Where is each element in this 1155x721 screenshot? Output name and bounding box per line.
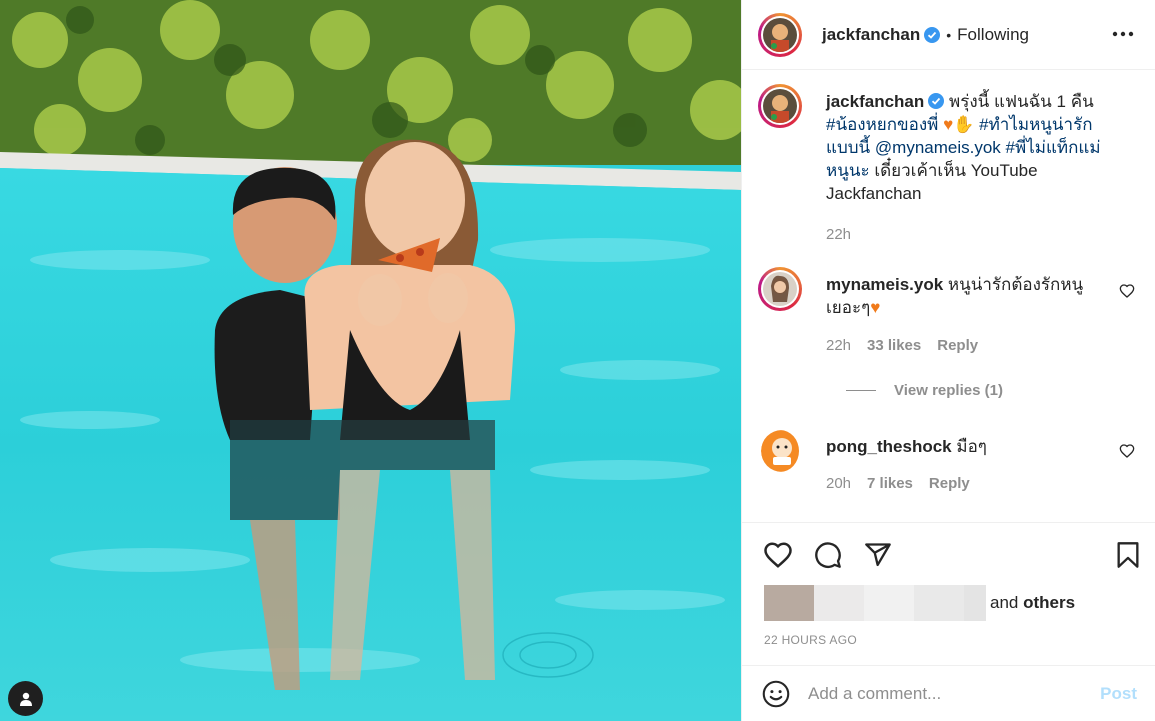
- liked-by-blurred-avatars: [764, 585, 986, 621]
- pool-photo-illustration: [0, 0, 741, 721]
- likes-others-link[interactable]: others: [1023, 593, 1075, 612]
- add-comment-bar: Post: [742, 665, 1155, 721]
- person-icon: [19, 692, 32, 706]
- reply-button[interactable]: Reply: [929, 475, 970, 492]
- commenter-avatar[interactable]: [758, 267, 802, 311]
- bookmark-icon[interactable]: [1112, 539, 1144, 571]
- comment-username[interactable]: mynameis.yok: [826, 275, 943, 294]
- caption-text: jackfanchan พรุ่งนี้ แฟนฉัน 1 คืน #น้องห…: [826, 90, 1109, 205]
- post-photo[interactable]: [0, 0, 741, 721]
- heart-emoji-icon: ♥: [870, 298, 881, 317]
- comment-text: pong_theshock มือๆ: [826, 435, 1109, 458]
- comment-meta: 22h 33 likes Reply: [826, 337, 978, 354]
- avatar-image: [763, 89, 797, 123]
- comment-username[interactable]: pong_theshock: [826, 437, 952, 456]
- post-actions: and others 22 HOURS AGO: [742, 522, 1155, 665]
- user-tag-icon[interactable]: [8, 681, 43, 716]
- comment-meta: 20h 7 likes Reply: [826, 475, 970, 492]
- avatar-image: [763, 272, 797, 306]
- mention-link[interactable]: @mynameis.yok: [875, 138, 1001, 157]
- caption-meta: 22h: [826, 226, 851, 243]
- post-comment-button[interactable]: Post: [1100, 684, 1137, 704]
- likes-and-others: and others: [990, 593, 1075, 613]
- smiley-icon[interactable]: [762, 680, 790, 708]
- hand-emoji-icon: ✋: [953, 115, 975, 134]
- liked-by-row[interactable]: and others: [764, 585, 1075, 621]
- author-avatar[interactable]: [758, 12, 802, 57]
- verified-badge-icon: [928, 93, 945, 109]
- caption-line: พรุ่งนี้ แฟนฉัน 1 คืน: [949, 92, 1094, 111]
- following-button[interactable]: Following: [957, 25, 1029, 45]
- separator-dot: •: [946, 26, 952, 43]
- hashtag-link[interactable]: #น้องหยกของพี่: [826, 115, 938, 134]
- comment-body: มือๆ: [956, 437, 987, 456]
- comment-time[interactable]: 22h: [826, 337, 851, 354]
- caption-time[interactable]: 22h: [826, 226, 851, 243]
- likes-and: and: [990, 593, 1019, 612]
- replies-line: [846, 390, 876, 391]
- view-replies-button[interactable]: View replies (1): [846, 382, 1003, 399]
- heart-emoji-icon: ♥: [943, 115, 954, 134]
- post-timestamp[interactable]: 22 HOURS AGO: [764, 633, 857, 647]
- like-comment-heart-icon[interactable]: [1119, 283, 1135, 299]
- caption-avatar[interactable]: [758, 84, 802, 128]
- avatar-image: [761, 430, 799, 472]
- comment-input[interactable]: [808, 683, 1078, 704]
- post-side-panel: jackfanchan • Following jackfanchan พรุ่…: [741, 0, 1155, 721]
- post-header: jackfanchan • Following: [742, 0, 1155, 70]
- verified-badge-icon: [924, 26, 941, 43]
- header-username[interactable]: jackfanchan: [822, 25, 920, 45]
- heart-icon[interactable]: [762, 539, 794, 571]
- send-icon[interactable]: [862, 539, 894, 571]
- view-replies-label: View replies (1): [894, 382, 1003, 399]
- comment-likes[interactable]: 7 likes: [867, 475, 913, 492]
- avatar-image: [763, 17, 797, 52]
- reply-button[interactable]: Reply: [937, 337, 978, 354]
- commenter-avatar[interactable]: [758, 429, 802, 473]
- caption-username[interactable]: jackfanchan: [826, 92, 924, 111]
- comments-list: jackfanchan พรุ่งนี้ แฟนฉัน 1 คืน #น้องห…: [742, 70, 1155, 522]
- comment-likes[interactable]: 33 likes: [867, 337, 921, 354]
- ellipsis-icon[interactable]: [1111, 22, 1135, 46]
- comment-icon[interactable]: [812, 539, 844, 571]
- comment-text: mynameis.yok หนูน่ารักต้องรักหนูเยอะๆ♥: [826, 273, 1109, 319]
- comment-time[interactable]: 20h: [826, 475, 851, 492]
- like-comment-heart-icon[interactable]: [1119, 443, 1135, 459]
